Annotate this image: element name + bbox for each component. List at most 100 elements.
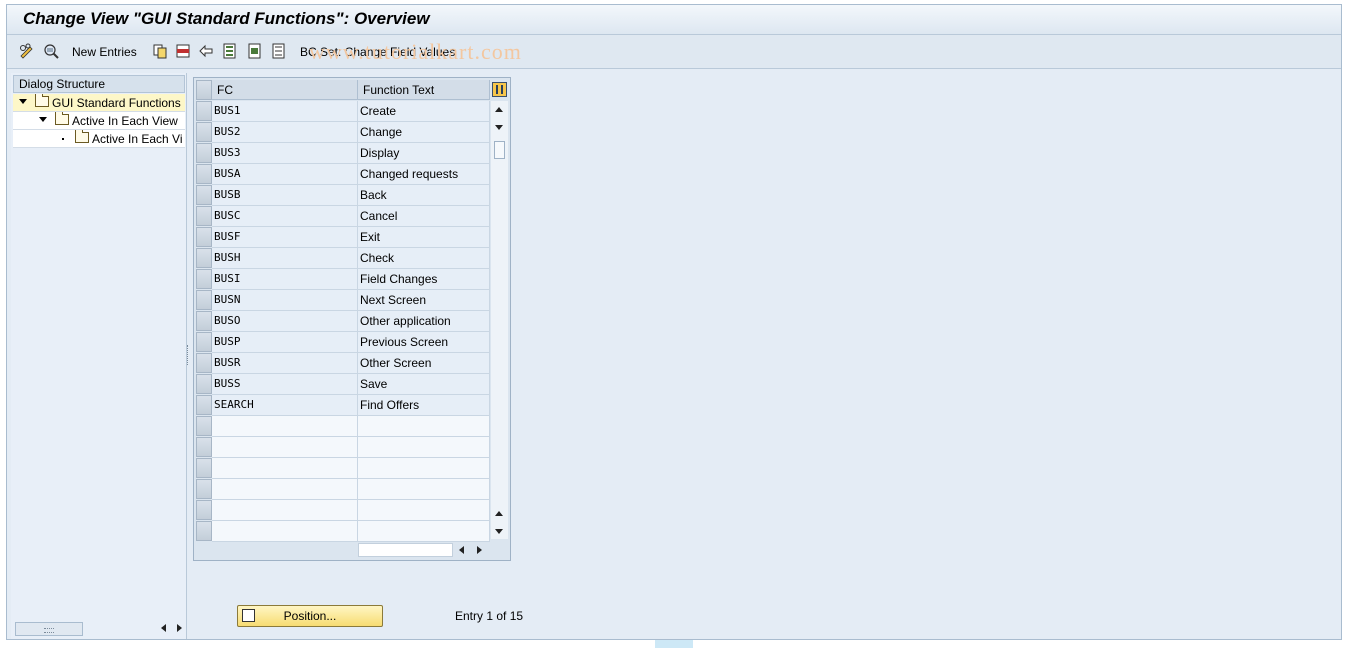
row-selector[interactable] bbox=[196, 479, 212, 499]
row-selector[interactable] bbox=[196, 164, 212, 184]
cell-function-text[interactable]: Exit bbox=[358, 227, 490, 248]
cell-function-text[interactable] bbox=[358, 416, 490, 437]
scroll-down-icon[interactable] bbox=[495, 529, 503, 534]
row-selector[interactable] bbox=[196, 458, 212, 478]
cell-fc[interactable]: BUSA bbox=[212, 164, 358, 185]
row-selector[interactable] bbox=[196, 395, 212, 415]
cell-function-text[interactable]: Changed requests bbox=[358, 164, 490, 185]
scroll-up-icon[interactable] bbox=[495, 511, 503, 516]
position-button[interactable]: Position... bbox=[237, 605, 383, 627]
row-selector[interactable] bbox=[196, 206, 212, 226]
select-all-icon[interactable] bbox=[222, 43, 238, 59]
row-selector[interactable] bbox=[196, 185, 212, 205]
deselect-all-icon[interactable] bbox=[271, 43, 287, 59]
cell-function-text[interactable]: Create bbox=[358, 101, 490, 122]
column-header-function-text[interactable]: Function Text bbox=[358, 80, 490, 100]
cell-function-text[interactable] bbox=[358, 479, 490, 500]
cell-function-text[interactable] bbox=[358, 521, 490, 542]
cell-fc[interactable] bbox=[212, 437, 358, 458]
column-header-fc[interactable]: FC bbox=[212, 80, 358, 100]
edit-toggle-icon[interactable] bbox=[19, 43, 35, 59]
row-selector[interactable] bbox=[196, 227, 212, 247]
cell-fc[interactable]: BUS3 bbox=[212, 143, 358, 164]
display-change-icon[interactable] bbox=[43, 43, 59, 59]
row-selector[interactable] bbox=[196, 290, 212, 310]
cell-function-text[interactable]: Find Offers bbox=[358, 395, 490, 416]
cell-fc[interactable] bbox=[212, 416, 358, 437]
cell-function-text[interactable]: Save bbox=[358, 374, 490, 395]
bc-set-change-field-values-button[interactable]: BC Set: Change Field Values bbox=[300, 45, 455, 59]
cell-fc[interactable] bbox=[212, 479, 358, 500]
row-selector[interactable] bbox=[196, 101, 212, 121]
expand-arrow-icon[interactable] bbox=[39, 117, 47, 122]
status-bar-fragment bbox=[655, 640, 693, 648]
scroll-left-icon[interactable] bbox=[161, 624, 166, 632]
cell-fc[interactable]: BUSS bbox=[212, 374, 358, 395]
expand-arrow-icon[interactable] bbox=[19, 99, 27, 104]
cell-function-text[interactable]: Back bbox=[358, 185, 490, 206]
row-selector[interactable] bbox=[196, 269, 212, 289]
scroll-left-icon[interactable] bbox=[459, 546, 464, 554]
cell-function-text[interactable]: Other Screen bbox=[358, 353, 490, 374]
cell-function-text[interactable]: Change bbox=[358, 122, 490, 143]
cell-fc[interactable]: BUSR bbox=[212, 353, 358, 374]
cell-fc[interactable] bbox=[212, 521, 358, 542]
row-selector[interactable] bbox=[196, 374, 212, 394]
cell-function-text[interactable]: Other application bbox=[358, 311, 490, 332]
new-entries-button[interactable]: New Entries bbox=[72, 45, 137, 59]
scroll-up-icon[interactable] bbox=[495, 107, 503, 112]
cell-fc[interactable] bbox=[212, 500, 358, 521]
panel-splitter[interactable] bbox=[187, 345, 190, 365]
cell-function-text[interactable] bbox=[358, 458, 490, 479]
cell-function-text[interactable] bbox=[358, 500, 490, 521]
cell-fc[interactable]: BUSF bbox=[212, 227, 358, 248]
cell-function-text[interactable] bbox=[358, 437, 490, 458]
cell-function-text[interactable]: Check bbox=[358, 248, 490, 269]
scroll-right-icon[interactable] bbox=[177, 624, 182, 632]
cell-fc[interactable]: BUSP bbox=[212, 332, 358, 353]
cell-fc[interactable]: BUSH bbox=[212, 248, 358, 269]
cell-fc[interactable]: BUSI bbox=[212, 269, 358, 290]
scroll-thumb[interactable] bbox=[494, 141, 505, 159]
row-selector[interactable] bbox=[196, 311, 212, 331]
cell-fc[interactable]: BUS1 bbox=[212, 101, 358, 122]
tree-node-label: Active In Each Vi bbox=[92, 132, 183, 146]
row-selector[interactable] bbox=[196, 122, 212, 142]
row-selector[interactable] bbox=[196, 332, 212, 352]
cell-function-text[interactable]: Display bbox=[358, 143, 490, 164]
table-settings-icon[interactable] bbox=[492, 82, 507, 97]
cell-function-text[interactable]: Field Changes bbox=[358, 269, 490, 290]
table-hscroll[interactable] bbox=[358, 543, 453, 557]
row-selector[interactable] bbox=[196, 416, 212, 436]
cell-fc[interactable]: BUS2 bbox=[212, 122, 358, 143]
tree-node-label: Active In Each View bbox=[72, 114, 178, 128]
dialog-structure-hscroll-thumb[interactable] bbox=[15, 622, 83, 636]
cell-function-text[interactable]: Cancel bbox=[358, 206, 490, 227]
row-selector[interactable] bbox=[196, 500, 212, 520]
select-all-rows-cell[interactable] bbox=[196, 80, 212, 100]
cell-fc[interactable]: BUSB bbox=[212, 185, 358, 206]
select-block-icon[interactable] bbox=[247, 43, 263, 59]
scroll-down-icon[interactable] bbox=[495, 125, 503, 130]
cell-fc[interactable]: BUSC bbox=[212, 206, 358, 227]
cell-fc[interactable] bbox=[212, 458, 358, 479]
tree-node-gui-standard-functions[interactable]: GUI Standard Functions bbox=[13, 94, 185, 112]
cell-fc[interactable]: BUSO bbox=[212, 311, 358, 332]
cell-function-text[interactable]: Previous Screen bbox=[358, 332, 490, 353]
tree-node-active-in-each-view[interactable]: Active In Each View bbox=[13, 112, 185, 130]
row-selector[interactable] bbox=[196, 353, 212, 373]
table-vscroll[interactable] bbox=[491, 101, 508, 539]
row-selector[interactable] bbox=[196, 521, 212, 541]
row-selector[interactable] bbox=[196, 143, 212, 163]
cell-fc[interactable]: BUSN bbox=[212, 290, 358, 311]
row-selector[interactable] bbox=[196, 437, 212, 457]
cell-fc[interactable]: SEARCH bbox=[212, 395, 358, 416]
row-selector[interactable] bbox=[196, 248, 212, 268]
cell-function-text[interactable]: Next Screen bbox=[358, 290, 490, 311]
position-button-label: Position... bbox=[283, 609, 337, 623]
undo-icon[interactable] bbox=[198, 43, 214, 59]
tree-node-active-in-each-vi[interactable]: Active In Each Vi bbox=[13, 130, 185, 148]
scroll-right-icon[interactable] bbox=[477, 546, 482, 554]
delete-icon[interactable] bbox=[175, 43, 191, 59]
copy-icon[interactable] bbox=[152, 43, 168, 59]
